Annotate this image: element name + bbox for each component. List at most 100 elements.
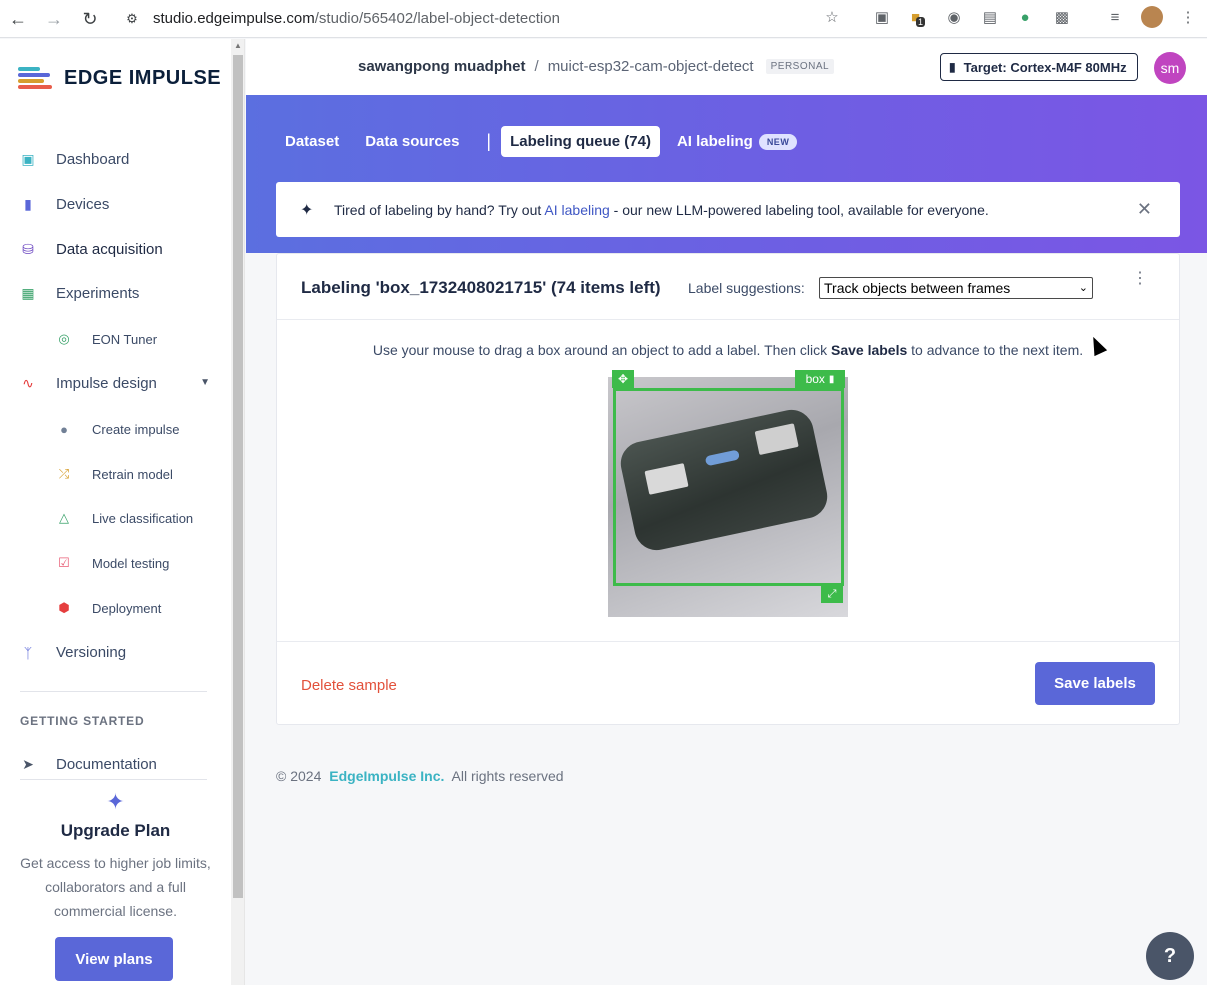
sidebar-item-devices[interactable]: ▮ Devices <box>20 196 109 213</box>
url-path: /studio/565402/label-object-detection <box>314 10 560 27</box>
banner-text-after: - our new LLM-powered labeling tool, ava… <box>609 201 989 218</box>
personal-badge: PERSONAL <box>765 59 835 74</box>
breadcrumb-separator: / <box>534 58 539 75</box>
puzzle-icon[interactable]: ▩ <box>1051 6 1073 28</box>
sidebar-item-dashboard[interactable]: ▣ Dashboard <box>20 151 129 168</box>
sidebar-item-impulse-design[interactable]: ∿ Impulse design ▼ <box>20 375 210 392</box>
profile-avatar-icon[interactable] <box>1141 6 1163 28</box>
branch-icon: ᛉ <box>23 644 33 661</box>
extension-car-icon[interactable]: ▤ <box>979 6 1001 28</box>
camera-icon[interactable]: ◉ <box>943 6 965 28</box>
card-footer-divider <box>277 641 1179 642</box>
rights-text: All rights reserved <box>451 768 564 784</box>
sidebar-item-label: Experiments <box>56 285 140 302</box>
bookmark-star-icon[interactable]: ☆ <box>821 6 843 28</box>
sidebar-divider <box>20 779 207 780</box>
sidebar-item-live-classification[interactable]: △ Live classification <box>56 510 193 526</box>
save-labels-button[interactable]: Save labels <box>1035 662 1155 705</box>
sidebar-item-experiments[interactable]: ▦ Experiments <box>20 285 139 302</box>
more-options-icon[interactable]: ⋮ <box>1132 271 1148 287</box>
sidebar-scrollbar[interactable]: ▲ <box>231 39 245 985</box>
logo-mark-icon <box>18 65 54 91</box>
project-owner[interactable]: sawangpong muadphet <box>358 58 526 75</box>
move-icon[interactable]: ✥ <box>612 370 634 388</box>
sidebar-item-label: Documentation <box>56 756 157 773</box>
address-bar[interactable]: studio.edgeimpulse.com/studio/565402/lab… <box>153 6 560 32</box>
company-link[interactable]: EdgeImpulse Inc. <box>329 768 444 784</box>
sidebar-item-eon-tuner[interactable]: ◎ EON Tuner <box>56 331 157 347</box>
sidebar-divider <box>20 691 207 692</box>
target-device-button[interactable]: ▮ Target: Cortex-M4F 80MHz <box>940 53 1138 81</box>
breadcrumb: sawangpong muadphet / muict-esp32-cam-ob… <box>358 58 835 75</box>
tab-labeling-queue[interactable]: Labeling queue (74) <box>501 126 660 157</box>
sidebar-item-label: Impulse design <box>56 375 157 392</box>
sidebar-item-label: Dashboard <box>56 151 130 168</box>
new-badge: NEW <box>758 133 798 150</box>
sidebar-item-documentation[interactable]: ➤ Documentation <box>20 756 157 773</box>
card-header: Labeling 'box_1732408021715' (74 items l… <box>277 254 1179 320</box>
tab-dataset[interactable]: Dataset <box>276 126 348 157</box>
labeling-title: Labeling 'box_1732408021715' (74 items l… <box>301 278 661 297</box>
view-plans-button[interactable]: View plans <box>55 937 173 981</box>
url-host: studio.edgeimpulse.com <box>153 10 315 27</box>
rocket-icon: ➤ <box>22 756 34 772</box>
tab-ai-labeling-label: AI labeling <box>676 133 753 150</box>
resize-icon[interactable]: ⤢ <box>821 585 843 603</box>
sidebar-item-model-testing[interactable]: ☑ Model testing <box>56 555 169 571</box>
shuffle-icon: ⤮ <box>58 466 70 481</box>
sidebar-item-data-acquisition[interactable]: ⛁ Data acquisition <box>20 241 163 258</box>
browser-toolbar: ← → ↻ ⚙ studio.edgeimpulse.com/studio/56… <box>0 0 1207 38</box>
page-hero: Dataset Data sources | Labeling queue (7… <box>246 95 1207 253</box>
project-name[interactable]: muict-esp32-cam-object-detect <box>548 58 754 75</box>
forward-icon[interactable]: → <box>41 6 67 32</box>
trash-icon[interactable]: ▮ <box>829 374 835 385</box>
project-header: sawangpong muadphet / muict-esp32-cam-ob… <box>246 39 1207 95</box>
ai-labeling-link[interactable]: AI labeling <box>544 202 609 218</box>
close-icon[interactable]: ✕ <box>1137 199 1152 220</box>
banner-text: Tired of labeling by hand? Try out AI la… <box>334 202 989 218</box>
sidebar-item-deployment[interactable]: ⬢ Deployment <box>56 600 161 616</box>
network-icon: △ <box>59 510 69 525</box>
instructions-text-before: Use your mouse to drag a box around an o… <box>372 342 831 358</box>
delete-sample-link[interactable]: Delete sample <box>301 677 397 694</box>
sidebar-item-label: Create impulse <box>92 421 180 437</box>
chip-icon: ▮ <box>949 60 956 74</box>
label-suggestions-select[interactable]: Track objects between frames ⌄ <box>819 277 1093 299</box>
sidebar-item-label: Model testing <box>92 555 170 571</box>
back-icon[interactable]: ← <box>5 6 31 32</box>
label-suggestions-value: Track objects between frames <box>824 280 1011 296</box>
question-icon[interactable]: ? <box>1146 932 1194 980</box>
tab-ai-labeling[interactable]: AI labeling NEW <box>668 126 806 157</box>
scroll-up-icon[interactable]: ▲ <box>233 41 243 51</box>
extension-colors-icon[interactable]: ● <box>1014 6 1036 28</box>
scroll-thumb[interactable] <box>233 55 243 898</box>
logo-text: EDGE IMPULSE <box>64 66 222 89</box>
media-queue-icon[interactable]: ≡ <box>1104 6 1126 28</box>
sidebar-item-label: Retrain model <box>92 466 173 482</box>
edge-impulse-logo[interactable]: EDGE IMPULSE <box>18 65 221 91</box>
sidebar-item-label: Devices <box>56 196 110 213</box>
reload-icon[interactable]: ↻ <box>77 6 103 32</box>
sidebar-item-retrain-model[interactable]: ⤮ Retrain model <box>56 466 173 482</box>
sidebar-item-create-impulse[interactable]: ● Create impulse <box>56 421 179 437</box>
data-tabs: Dataset Data sources | Labeling queue (7… <box>276 126 814 157</box>
user-avatar[interactable]: sm <box>1154 52 1186 84</box>
sidebar-item-label: EON Tuner <box>92 331 158 347</box>
sidebar-item-versioning[interactable]: ᛉ Versioning <box>20 644 126 661</box>
extension-badge-count: 1 <box>916 17 926 27</box>
site-info-icon[interactable]: ⚙ <box>119 6 145 32</box>
getting-started-heading: GETTING STARTED <box>20 714 145 728</box>
chevron-down-icon: ⌄ <box>1078 282 1088 294</box>
page-footer: © 2024 EdgeImpulse Inc. All rights reser… <box>276 768 564 784</box>
sidebar-item-label: Deployment <box>92 600 162 616</box>
extension-chat-icon[interactable]: ▣ <box>871 6 893 28</box>
browser-menu-icon[interactable]: ⋮ <box>1177 6 1199 28</box>
sparkle-star-icon: ✦ <box>106 789 125 814</box>
labeling-card: Labeling 'box_1732408021715' (74 items l… <box>276 253 1180 725</box>
grid-icon: ▦ <box>21 285 35 301</box>
tab-data-sources[interactable]: Data sources <box>356 126 468 157</box>
bounding-box-label[interactable]: box ▮ <box>795 370 845 388</box>
extension-badge-icon[interactable]: ■ 1 <box>907 6 929 28</box>
clipboard-check-icon: ☑ <box>58 555 70 570</box>
bounding-box[interactable] <box>613 388 844 586</box>
